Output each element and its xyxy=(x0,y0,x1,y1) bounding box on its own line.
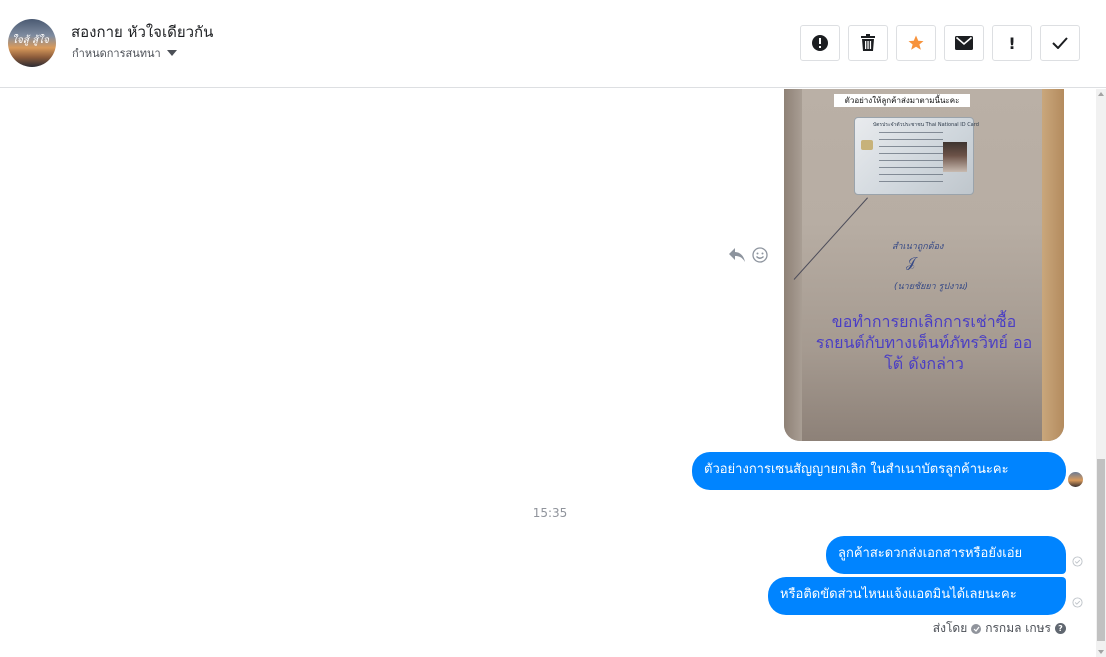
avatar-logo-text: ใจสู้ สู้ใจ xyxy=(12,35,49,46)
message-timestamp: 15:35 xyxy=(532,506,568,520)
signature-slash-line xyxy=(793,197,868,280)
help-icon[interactable]: ? xyxy=(1055,623,1066,634)
page-avatar[interactable]: ใจสู้ สู้ใจ xyxy=(8,19,56,67)
message-thread[interactable]: ตัวอย่างให้ลูกค้าส่งมาตามนี้นะคะ บัตรประ… xyxy=(0,89,1096,657)
conversation-options-label: กำหนดการสนทนา xyxy=(72,47,161,60)
check-icon xyxy=(1052,37,1068,49)
conversation-header: ใจสู้ สู้ใจ สองกาย หัวใจเดียวกัน กำหนดกา… xyxy=(0,0,1106,88)
mark-done-button[interactable] xyxy=(1040,25,1080,61)
handwritten-cancellation-note: ขอทำการยกเลิกการเช่าซื้อ รถยนต์กับทางเต็… xyxy=(815,312,1033,373)
sent-by-line: ส่งโดย กรกมล เกษร ? xyxy=(850,619,1066,638)
id-card-chip xyxy=(861,140,873,150)
signature-mark: 𝒥 xyxy=(906,255,916,271)
report-button[interactable] xyxy=(800,25,840,61)
delete-button[interactable] xyxy=(848,25,888,61)
sent-check-icon xyxy=(1072,556,1083,567)
id-card-title: บัตรประจำตัวประชาชน Thai National ID Car… xyxy=(873,122,979,128)
caret-down-icon xyxy=(166,50,177,56)
conversation-title[interactable]: สองกาย หัวใจเดียวกัน xyxy=(71,20,213,44)
messenger-app: ใจสู้ สู้ใจ สองกาย หัวใจเดียวกัน กำหนดกา… xyxy=(0,0,1106,657)
star-icon xyxy=(908,35,924,50)
id-card-text-lines xyxy=(879,132,943,182)
message-bubble[interactable]: ตัวอย่างการเซนสัญญายกเลิก ในสำเนาบัตรลูก… xyxy=(692,452,1066,490)
signature-certified-text: สำเนาถูกต้อง xyxy=(892,242,944,252)
envelope-icon xyxy=(955,36,973,50)
vertical-scrollbar[interactable] xyxy=(1096,89,1106,657)
exclamation-icon: ! xyxy=(1008,33,1016,53)
photo-background-right xyxy=(1042,89,1064,441)
trash-icon xyxy=(861,34,875,51)
verified-check-icon xyxy=(971,623,982,634)
sent-by-label: ส่งโดย xyxy=(932,621,968,635)
signature-name-text: (นายชัยยา รูปงาม) xyxy=(894,282,968,292)
sent-check-icon xyxy=(1072,597,1083,608)
star-button[interactable] xyxy=(896,25,936,61)
mark-unread-button[interactable] xyxy=(944,25,984,61)
conversation-options-dropdown[interactable]: กำหนดการสนทนา xyxy=(72,44,177,62)
photo-background-left xyxy=(784,89,802,441)
scroll-up-arrow-icon[interactable] xyxy=(1098,92,1104,96)
scroll-down-arrow-icon[interactable] xyxy=(1098,650,1104,654)
photo-caption-label: ตัวอย่างให้ลูกค้าส่งมาตามนี้นะคะ xyxy=(834,94,970,107)
reply-icon[interactable] xyxy=(728,247,746,263)
id-card-image: บัตรประจำตัวประชาชน Thai National ID Car… xyxy=(854,117,979,195)
emoji-reaction-icon[interactable] xyxy=(752,247,768,263)
seen-avatar xyxy=(1068,472,1083,487)
id-card-portrait xyxy=(943,142,967,172)
scroll-thumb[interactable] xyxy=(1097,459,1105,641)
alert-circle-icon xyxy=(812,35,828,51)
sender-name: กรกมล เกษร xyxy=(985,621,1051,635)
message-bubble[interactable]: ลูกค้าสะดวกส่งเอกสารหรือยังเอ่ย xyxy=(826,536,1066,574)
message-bubble[interactable]: หรือติดขัดส่วนไหนแจ้งแอดมินได้เลยนะคะ xyxy=(768,577,1066,615)
attached-photo[interactable]: ตัวอย่างให้ลูกค้าส่งมาตามนี้นะคะ บัตรประ… xyxy=(784,89,1064,441)
spam-button[interactable]: ! xyxy=(992,25,1032,61)
